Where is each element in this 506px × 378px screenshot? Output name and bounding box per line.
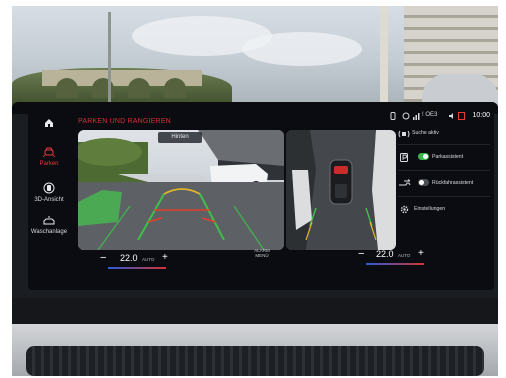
park-assist-toggle[interactable] [418,153,429,160]
park-assist-row[interactable]: Parkassistent [398,150,494,168]
sidebar-item-label: Waschanlage [30,229,68,235]
parking-car-icon [42,147,56,158]
temp-left-value: 22.0 [120,253,138,263]
dashboard-trim [12,298,498,324]
search-status-row: Suche aktiv [398,126,494,144]
temp-right-value: 22.0 [376,249,394,259]
temp-right-mode: AUTO [398,253,411,258]
infotainment-screen: Parken 3D-Ansicht Waschanlage PARKEN UND… [28,108,494,290]
sidebar: Parken 3D-Ansicht Waschanlage [28,108,70,290]
clock: 10:00 [472,112,490,119]
sidebar-item-label: Parken [39,161,59,167]
reverse-assist-icon [399,179,411,186]
volume-icon [449,113,453,119]
top-down-image [286,130,396,250]
page-title: PARKEN UND RANGIEREN [78,118,171,125]
park-assist-icon [400,153,408,162]
phone-icon [390,112,396,120]
climate-right: − 22.0 AUTO + [358,248,438,265]
park-assist-label: Parkassistent [432,154,464,160]
sidebar-item-waschanlage[interactable]: Waschanlage [28,216,70,235]
search-active-label: Suche aktiv [412,130,439,136]
alarm-menu-button[interactable]: ALARM MENÜ [252,248,272,258]
rear-camera-view[interactable]: Hinten [78,130,284,250]
bridge-arch [164,78,186,98]
sync-icon [402,112,410,120]
sidebar-item-parken[interactable]: Parken [28,146,70,167]
temp-right-decrease-button[interactable]: − [358,248,364,260]
reverse-assist-label: Rückfahrassistent [432,180,474,186]
alert-icon [458,112,465,120]
divider [398,196,490,197]
rear-camera-image [78,130,284,250]
right-panel: Suche aktiv Parkassistent Rückfahrassist… [398,126,494,246]
menu-label: MENÜ [255,253,269,258]
reverse-assist-row[interactable]: Rückfahrassistent [398,176,494,194]
bridge-arch [128,78,150,98]
temp-right-increase-button[interactable]: + [418,248,424,259]
3d-view-icon [43,182,55,194]
temp-left-mode: AUTO [142,257,155,262]
temp-right-indicator [366,263,424,265]
sidebar-item-label: 3D-Ansicht [34,197,64,203]
light-pole [108,12,111,104]
sidebar-item-home[interactable] [28,118,70,128]
radio-station: ! OE3 [422,112,438,118]
parked-car [422,74,498,104]
home-icon [45,119,53,127]
camera-view-label: Hinten [158,132,202,143]
temp-left-increase-button[interactable]: + [162,252,168,263]
temp-left-indicator [108,267,166,269]
signal-icon [413,113,420,120]
status-bar: ! OE3 10:00 [390,112,490,122]
gear-icon [400,205,409,214]
reverse-assist-toggle[interactable] [418,179,429,186]
top-down-view[interactable] [286,130,396,250]
bridge-arch [56,78,78,98]
air-vent [26,346,484,376]
divider [398,170,490,171]
settings-row[interactable]: Einstellungen [398,202,494,220]
temp-left-decrease-button[interactable]: − [100,252,106,264]
car-wash-icon [43,216,55,225]
cloud [242,32,362,66]
divider [398,144,490,145]
building-pillar [380,6,388,104]
climate-left: − 22.0 AUTO + [100,252,180,269]
settings-label: Einstellungen [414,206,446,212]
sidebar-item-3d-ansicht[interactable]: 3D-Ansicht [28,182,70,203]
sensor-wave-icon [398,130,410,138]
